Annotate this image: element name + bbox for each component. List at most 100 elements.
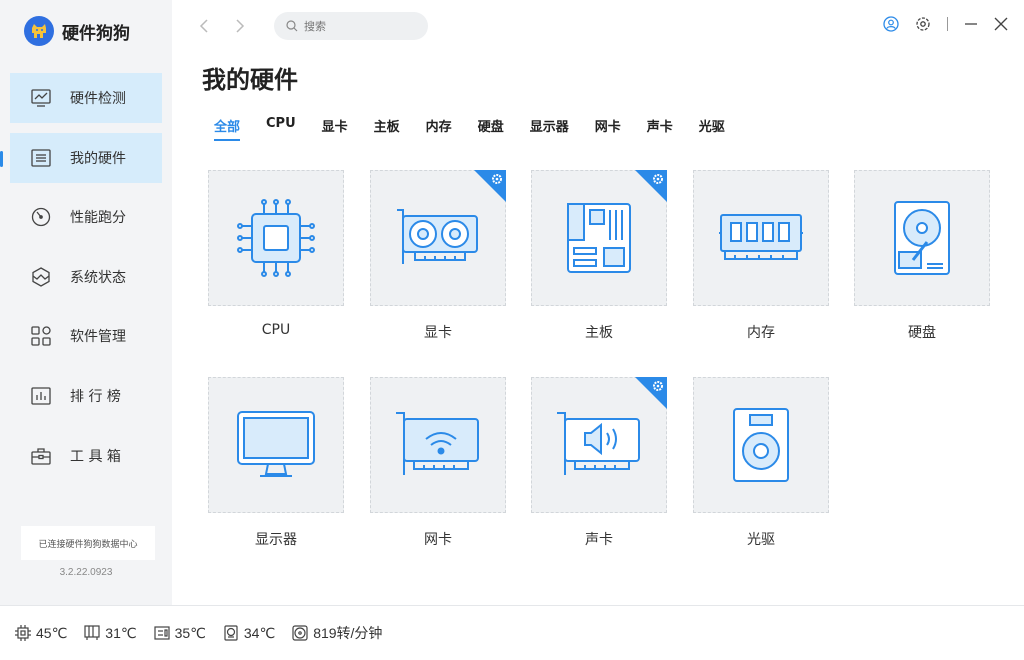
monitor-icon xyxy=(237,411,315,477)
card-tile xyxy=(531,170,667,306)
graphics-card-small-icon xyxy=(84,625,100,640)
network-card-icon xyxy=(396,412,479,475)
card-label: 内存 xyxy=(747,325,775,341)
history-nav xyxy=(196,16,248,36)
cpu-icon xyxy=(237,199,315,277)
sidebar-item-label: 软件管理 xyxy=(70,329,126,346)
sidebar-item-label: 工 具 箱 xyxy=(70,448,121,465)
app-logo: 硬件狗狗 xyxy=(24,16,130,46)
tab-optical-drive[interactable]: 光驱 xyxy=(699,116,725,141)
sidebar-item-hardware-detection[interactable]: 硬件检测 xyxy=(10,73,162,123)
window-controls xyxy=(883,16,1008,32)
tab-hard-disk[interactable]: 硬盘 xyxy=(478,116,504,141)
search-icon xyxy=(286,20,298,32)
card-label: 显示器 xyxy=(255,532,297,548)
tab-memory[interactable]: 内存 xyxy=(426,116,452,141)
disk-temperature: 34℃ xyxy=(222,624,275,642)
speedometer-icon xyxy=(30,206,52,228)
sidebar-item-my-hardware[interactable]: 我的硬件 xyxy=(0,132,162,183)
card-label: 声卡 xyxy=(585,532,613,548)
card-label: 主板 xyxy=(585,325,613,341)
app-title: 硬件狗狗 xyxy=(62,23,130,44)
hardware-card-sound-card[interactable]: 声卡 xyxy=(531,377,667,549)
chip-list-icon xyxy=(30,147,52,169)
user-account-icon[interactable] xyxy=(883,16,899,32)
tab-all[interactable]: 全部 xyxy=(214,116,241,141)
card-tile xyxy=(370,170,506,306)
gpu-temperature: 31℃ xyxy=(83,624,137,642)
card-label: 网卡 xyxy=(424,532,452,548)
motherboard-icon xyxy=(567,203,631,273)
hardware-card-optical-drive[interactable]: 光驱 xyxy=(693,377,829,549)
fan-speed: 819转/分钟 xyxy=(291,623,382,643)
close-icon[interactable] xyxy=(994,17,1008,31)
cpu-chip-icon xyxy=(15,625,31,641)
stat-value: 34℃ xyxy=(243,624,276,641)
hard-disk-icon xyxy=(894,201,950,275)
forward-button[interactable] xyxy=(232,16,248,36)
search-box[interactable] xyxy=(274,12,428,40)
sidebar-item-label: 系统状态 xyxy=(70,269,126,286)
stat-value: 35℃ xyxy=(174,624,206,641)
chevron-right-icon xyxy=(236,19,245,33)
connection-status: 已连接硬件狗狗数据中心 xyxy=(21,526,155,560)
card-tile xyxy=(693,377,829,513)
tab-sound-card[interactable]: 声卡 xyxy=(647,116,673,141)
stat-value: 45℃ xyxy=(36,624,68,641)
cube-icon xyxy=(30,266,52,288)
sidebar-item-ranking[interactable]: 排 行 榜 xyxy=(10,371,162,421)
tab-cpu[interactable]: CPU xyxy=(266,116,296,141)
card-tile xyxy=(693,170,829,306)
divider xyxy=(947,17,948,31)
sidebar-item-label: 硬件检测 xyxy=(70,91,126,107)
sidebar-nav: 硬件检测 我的硬件 性能跑分 系统状态 软件管理 排 行 榜 工 具 箱 xyxy=(0,73,162,490)
minimize-icon[interactable] xyxy=(964,17,978,31)
hardware-card-cpu[interactable]: CPU xyxy=(208,170,344,338)
hardware-card-monitor[interactable]: 显示器 xyxy=(208,377,344,549)
settings-corner-icon[interactable] xyxy=(635,377,667,409)
cpu-temperature: 45℃ xyxy=(14,624,67,642)
search-input[interactable] xyxy=(304,19,414,33)
ranking-chart-icon xyxy=(30,385,52,407)
sidebar-item-label: 排 行 榜 xyxy=(70,388,121,405)
sidebar-item-benchmark[interactable]: 性能跑分 xyxy=(10,192,162,242)
stat-value: 819转/分钟 xyxy=(313,625,383,641)
tab-network-card[interactable]: 网卡 xyxy=(595,116,621,141)
sidebar: 硬件狗狗 硬件检测 我的硬件 性能跑分 系统状态 软件管理 排 行 榜 工 具 … xyxy=(0,0,172,605)
toolbox-icon xyxy=(30,445,52,467)
settings-gear-icon[interactable] xyxy=(915,16,931,32)
sidebar-item-software-management[interactable]: 软件管理 xyxy=(10,311,162,361)
card-label: 显卡 xyxy=(424,325,452,341)
settings-corner-icon[interactable] xyxy=(474,170,506,202)
memory-icon xyxy=(719,214,803,260)
hardware-card-motherboard[interactable]: 主板 xyxy=(531,170,667,342)
tab-monitor[interactable]: 显示器 xyxy=(530,116,569,141)
sidebar-item-label: 性能跑分 xyxy=(70,210,126,227)
card-label: 光驱 xyxy=(747,532,775,548)
back-button[interactable] xyxy=(196,16,212,36)
card-tile xyxy=(208,377,344,513)
disk-small-icon xyxy=(224,625,238,641)
apps-grid-icon xyxy=(30,325,52,347)
sidebar-item-label: 我的硬件 xyxy=(70,150,126,167)
card-label: 硬盘 xyxy=(908,325,936,341)
stat-value: 31℃ xyxy=(105,624,137,641)
monitor-chart-icon xyxy=(30,87,52,109)
motherboard-temperature: 35℃ xyxy=(153,624,206,642)
category-tabs: 全部 CPU 显卡 主板 内存 硬盘 显示器 网卡 声卡 光驱 xyxy=(214,116,751,141)
settings-corner-icon[interactable] xyxy=(635,170,667,202)
tab-motherboard[interactable]: 主板 xyxy=(374,116,400,141)
chevron-left-icon xyxy=(199,19,208,33)
card-tile xyxy=(208,170,344,306)
hardware-card-graphics-card[interactable]: 显卡 xyxy=(370,170,506,342)
tab-graphics-card[interactable]: 显卡 xyxy=(322,116,348,141)
page-title: 我的硬件 xyxy=(202,66,298,94)
sidebar-item-toolbox[interactable]: 工 具 箱 xyxy=(10,431,162,481)
card-tile xyxy=(370,377,506,513)
motherboard-small-icon xyxy=(153,626,170,640)
graphics-card-icon xyxy=(397,209,478,264)
hardware-card-network-card[interactable]: 网卡 xyxy=(370,377,506,549)
sidebar-item-system-status[interactable]: 系统状态 xyxy=(10,252,162,302)
hardware-card-memory[interactable]: 内存 xyxy=(693,170,829,342)
hardware-card-hard-disk[interactable]: 硬盘 xyxy=(854,170,990,342)
